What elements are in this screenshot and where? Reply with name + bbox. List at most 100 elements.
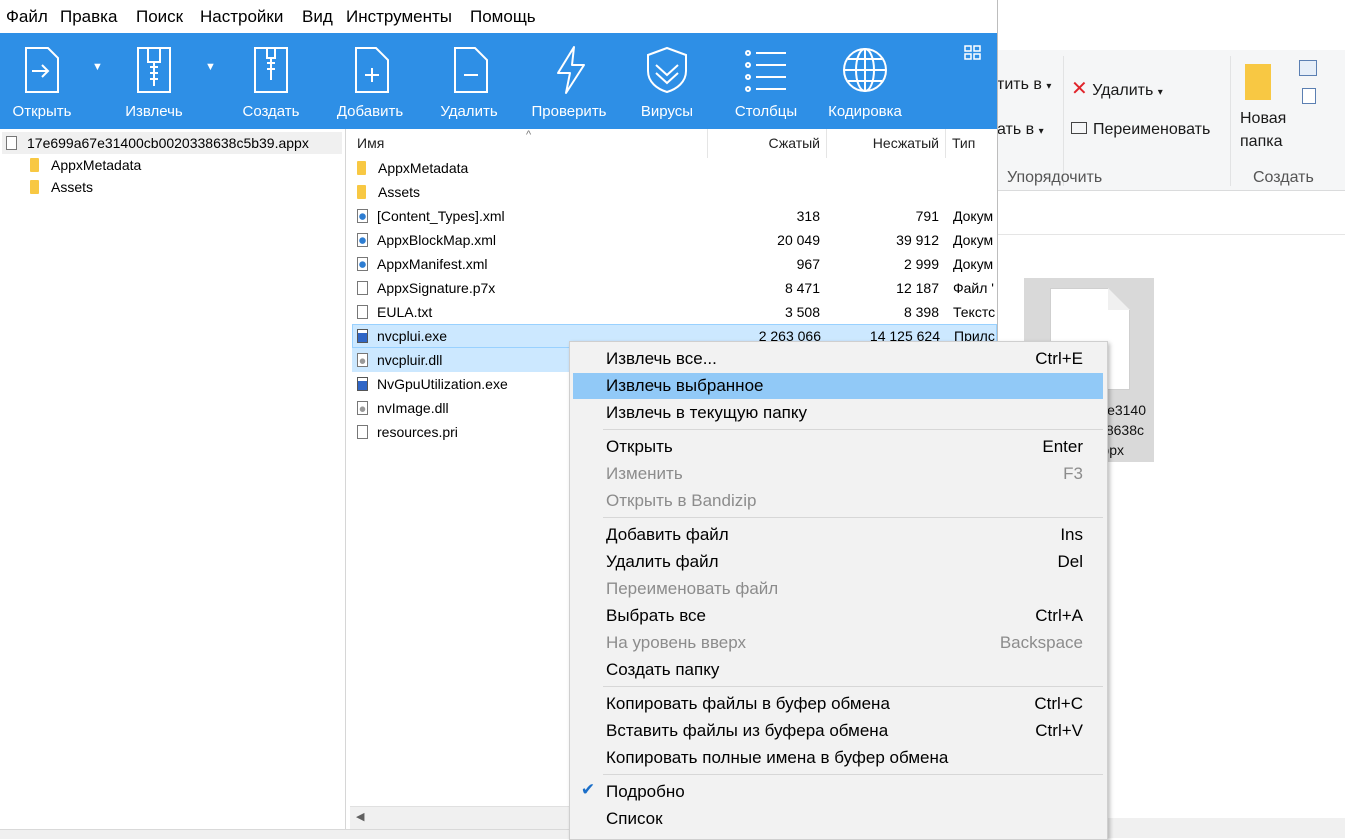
menu-search[interactable]: Поиск — [136, 7, 183, 27]
file-icon — [357, 425, 368, 439]
column-name-label: Имя — [357, 135, 385, 151]
list-row[interactable]: AppxBlockMap.xml 20 049 39 912 Докум — [352, 228, 997, 252]
chevron-down-icon: ▾ — [1157, 87, 1163, 98]
row-name: NvGpuUtilization.exe — [377, 376, 508, 392]
new-item-icon[interactable] — [1299, 60, 1317, 76]
easy-access-icon[interactable] — [1302, 88, 1316, 104]
menu-open-in-bandizip[interactable]: Открыть в Bandizip — [573, 488, 1103, 514]
menu-help[interactable]: Помощь — [470, 7, 536, 27]
menu-extract-here[interactable]: Извлечь в текущую папку — [573, 400, 1103, 426]
menu-extract-all[interactable]: Извлечь все... Ctrl+E — [573, 346, 1103, 372]
menu-view-details[interactable]: ✔ Подробно — [573, 779, 1103, 805]
menu-item-shortcut: Ctrl+A — [1035, 606, 1083, 625]
column-header-name[interactable]: Имя ^ — [350, 129, 708, 158]
list-row[interactable]: AppxMetadata — [352, 156, 997, 180]
new-folder-button[interactable]: Новая папка — [1237, 58, 1293, 158]
menu-open[interactable]: Открыть Enter — [573, 434, 1103, 460]
tree-item-label: Assets — [51, 179, 94, 195]
menu-item-shortcut: Enter — [1042, 437, 1083, 456]
menu-item-label: Извлечь в текущую папку — [606, 403, 807, 422]
folder-icon — [355, 161, 366, 175]
columns-label: Столбцы — [734, 103, 798, 120]
delete-button[interactable]: Удалить — [433, 33, 505, 129]
menu-settings[interactable]: Настройки — [200, 7, 283, 27]
open-button[interactable]: Открыть — [6, 33, 78, 129]
menu-select-all[interactable]: Выбрать все Ctrl+A — [573, 603, 1103, 629]
menu-add-file[interactable]: Добавить файл Ins — [573, 522, 1103, 548]
column-header-packed[interactable]: Сжатый — [708, 129, 827, 158]
menu-separator — [603, 517, 1103, 518]
tree-root[interactable]: 17e699a67e31400cb0020338638c5b39.appx — [2, 132, 342, 154]
menu-paste-files[interactable]: Вставить файлы из буфера обмена Ctrl+V — [573, 718, 1103, 744]
virus-scan-button[interactable]: Вирусы — [631, 33, 703, 129]
move-to-button[interactable]: тить в ▾ — [997, 76, 1051, 94]
list-row[interactable]: AppxSignature.p7x 8 471 12 187 Файл ' — [352, 276, 997, 300]
menu-view-list[interactable]: Список — [573, 806, 1103, 832]
xml-icon — [357, 233, 368, 247]
menu-edit[interactable]: Изменить F3 — [573, 461, 1103, 487]
create-button[interactable]: Создать — [235, 33, 307, 129]
menu-item-shortcut: F3 — [1063, 464, 1083, 483]
row-packed: 3 508 — [784, 304, 820, 320]
chevron-down-icon[interactable]: ▼ — [92, 61, 103, 73]
menu-separator — [603, 774, 1103, 775]
row-name: AppxManifest.xml — [377, 256, 488, 272]
create-label: Создать — [242, 103, 300, 120]
row-name: AppxSignature.p7x — [377, 280, 496, 296]
extract-button[interactable]: Извлечь — [118, 33, 190, 129]
column-header-type[interactable]: Тип — [946, 129, 997, 158]
columns-button[interactable]: Столбцы — [730, 33, 802, 129]
menu-level-up[interactable]: На уровень вверх Backspace — [573, 630, 1103, 656]
tree-item[interactable]: AppxMetadata — [28, 154, 142, 176]
column-header-unpacked[interactable]: Несжатый — [827, 129, 946, 158]
menu-copy-files[interactable]: Копировать файлы в буфер обмена Ctrl+C — [573, 691, 1103, 717]
menu-item-label: Выбрать все — [606, 606, 706, 625]
list-row[interactable]: EULA.txt 3 508 8 398 Текстс — [352, 300, 997, 324]
menu-copy-full-names[interactable]: Копировать полные имена в буфер обмена — [573, 745, 1103, 771]
list-row[interactable]: [Content_Types].xml 318 791 Докум — [352, 204, 997, 228]
new-folder-label-2: папка — [1240, 133, 1283, 150]
open-label: Открыть — [12, 103, 72, 120]
menu-item-label: На уровень вверх — [606, 633, 747, 652]
add-button[interactable]: Добавить — [334, 33, 406, 129]
virus-shield-icon — [647, 46, 687, 94]
menu-file[interactable]: Файл — [6, 7, 48, 27]
menu-rename-file[interactable]: Переименовать файл — [573, 576, 1103, 602]
list-row[interactable]: AppxManifest.xml 967 2 999 Докум — [352, 252, 997, 276]
test-button[interactable]: Проверить — [528, 33, 610, 129]
add-file-icon — [355, 47, 389, 93]
menu-delete-file[interactable]: Удалить файл Del — [573, 549, 1103, 575]
row-name: resources.pri — [377, 424, 458, 440]
tree-item[interactable]: Assets — [28, 176, 94, 198]
encoding-button[interactable]: Кодировка — [826, 33, 904, 129]
extract-icon — [137, 47, 171, 93]
row-name: [Content_Types].xml — [377, 208, 505, 224]
menu-create-folder[interactable]: Создать папку — [573, 657, 1103, 683]
menu-tools[interactable]: Инструменты — [346, 7, 452, 27]
menu-item-label: Открыть — [606, 437, 673, 456]
tree-root-label: 17e699a67e31400cb0020338638c5b39.appx — [27, 135, 309, 151]
columns-list-icon — [745, 50, 786, 92]
copy-to-button[interactable]: ать в ▾ — [997, 121, 1044, 139]
rename-button[interactable]: Переименовать — [1071, 121, 1210, 139]
explorer-address-bar[interactable] — [997, 196, 1345, 235]
row-name: nvcpluir.dll — [377, 352, 443, 368]
chevron-down-icon[interactable]: ▼ — [205, 61, 216, 73]
menu-item-shortcut: Backspace — [999, 633, 1083, 652]
list-row[interactable]: Assets — [352, 180, 997, 204]
menu-view[interactable]: Вид — [302, 7, 333, 27]
row-unpacked: 2 999 — [903, 256, 939, 272]
menu-item-label: Копировать файлы в буфер обмена — [606, 694, 890, 713]
menu-extract-selected[interactable]: Извлечь выбранное — [573, 373, 1103, 399]
archive-icon — [6, 136, 17, 150]
layout-grid-icon[interactable] — [964, 45, 982, 61]
globe-icon — [843, 48, 887, 92]
row-unpacked: 39 912 — [896, 232, 939, 248]
row-packed: 967 — [796, 256, 820, 272]
menu-item-label: Подробно — [606, 782, 685, 801]
delete-button[interactable]: ✕ Удалить ▾ — [1071, 76, 1163, 101]
tree-item-label: AppxMetadata — [51, 157, 142, 173]
menu-edit[interactable]: Правка — [60, 7, 117, 27]
scroll-left-icon[interactable]: ◀ — [356, 810, 364, 823]
menu-item-shortcut: Ctrl+V — [1035, 721, 1083, 740]
